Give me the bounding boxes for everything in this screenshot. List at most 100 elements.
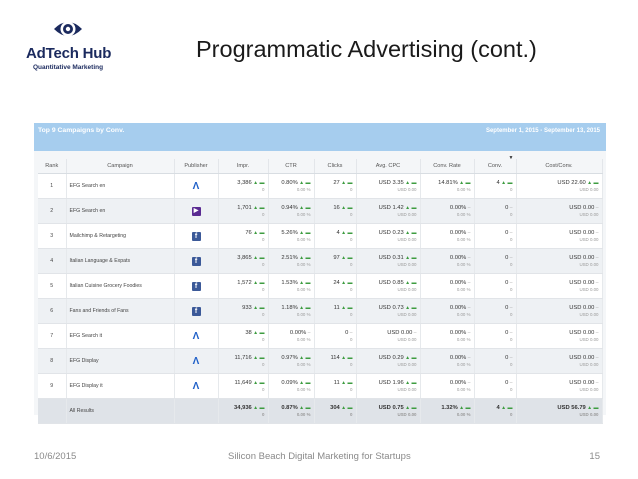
conv-cell: 4 ▲ ▬ 0: [474, 173, 517, 199]
clicks-comparison: 0: [350, 211, 353, 217]
conv-cell: 0 –0: [474, 198, 517, 224]
publisher-cell: Λ: [174, 323, 219, 349]
table-row[interactable]: 9 EFG Display it Λ 11,649 ▲ ▬ 0 0.09% ▲ ▬ 0.00…: [38, 373, 603, 399]
cost-per-conv-number: USD 0.00: [569, 379, 595, 386]
impressions-value: 1,572 ▲ ▬: [222, 279, 264, 287]
clicks-cell: 97 ▲ ▬ 0: [314, 248, 357, 274]
cost-per-conv-cell: USD 0.00 – USD 0.00: [516, 273, 603, 299]
panel-title: Top 9 Campaigns by Conv.: [38, 127, 125, 134]
conv-comparison: 0: [510, 311, 513, 317]
column-header-conv[interactable]: Conv. ▼: [474, 155, 517, 174]
column-header-avg-cpc[interactable]: Avg. CPC: [356, 159, 421, 174]
impressions-cell: 11,716 ▲ ▬ 0: [218, 348, 269, 374]
trend-up-icon: ▲ ▬: [339, 229, 353, 236]
ctr-number: 0.80%: [281, 179, 298, 186]
table-row[interactable]: 4 Italian Language & Expats f 3,865 ▲ ▬ 0 2.5…: [38, 248, 603, 274]
clicks-value: 114 ▲ ▬: [318, 355, 353, 362]
column-header-impressions[interactable]: Impr.: [218, 159, 269, 174]
panel-header: Top 9 Campaigns by Conv. September 1, 20…: [34, 123, 606, 151]
adwords-icon: Λ: [192, 355, 200, 367]
campaign-name-cell[interactable]: Italian Language & Expats: [66, 248, 175, 274]
rank-cell: 5: [38, 273, 67, 299]
table-row[interactable]: 5 Italian Cuisine Grocery Foodies f 1,572 ▲…: [38, 273, 603, 299]
no-change-icon: –: [466, 204, 471, 211]
column-header-rank[interactable]: Rank: [38, 159, 67, 174]
no-change-icon: –: [594, 204, 599, 211]
impressions-cell: 3,386 ▲ ▬ 0: [218, 173, 269, 199]
campaign-name-cell[interactable]: EFG Display it: [66, 373, 175, 399]
conv-rate-value: 14.81% ▲ ▬: [424, 180, 470, 187]
clicks-comparison: 0: [350, 311, 353, 317]
impressions-value: 38 ▲ ▬: [222, 330, 264, 337]
clicks-value: 16 ▲ ▬: [318, 205, 352, 212]
no-change-icon: –: [348, 329, 353, 336]
conv-comparison: 0: [510, 286, 513, 292]
total-conv-rate-cell: 1.32% ▲ ▬ 0.00 %: [420, 398, 475, 424]
clicks-comparison: 0: [350, 286, 353, 292]
cost-per-conv-cell: USD 0.00 – USD 0.00: [516, 298, 603, 324]
table-row[interactable]: 1 EFG Search en Λ 3,386 ▲ ▬ 0 0.80% ▲ ▬ 0.00 %…: [38, 173, 603, 199]
conv-rate-comparison: 0.00 %: [456, 186, 471, 192]
cost-per-conv-number: USD 0.00: [569, 279, 595, 286]
conv-rate-comparison: 0.00 %: [456, 211, 471, 217]
trend-up-icon: ▲ ▬: [297, 179, 311, 186]
campaign-name-cell[interactable]: Fans and Friends of Fans: [66, 298, 175, 324]
impressions-value: 933 ▲ ▬: [222, 305, 264, 312]
table-row[interactable]: 6 Fans and Friends of Fans f 933 ▲ ▬ 0 1.18% …: [38, 298, 603, 324]
cost-per-conv-cell: USD 0.00 – USD 0.00: [516, 373, 603, 399]
logo-tagline: Quantitative Marketing: [33, 64, 104, 71]
column-header-publisher[interactable]: Publisher: [174, 159, 219, 174]
trend-up-icon: ▲ ▬: [403, 379, 417, 386]
cost-per-conv-number: USD 0.00: [569, 204, 595, 211]
conv-rate-cell: 0.00% –0.00 %: [420, 298, 475, 324]
campaign-name-cell[interactable]: Italian Cuisine Grocery Foodies: [66, 273, 175, 299]
column-header-ctr[interactable]: CTR: [268, 159, 315, 174]
campaign-name-cell[interactable]: EFG Search it: [66, 323, 175, 349]
impressions-comparison: 0: [262, 361, 265, 367]
campaign-name-cell[interactable]: EFG Display: [66, 348, 175, 374]
table-row[interactable]: 7 EFG Search it Λ 38 ▲ ▬ 0 0.00% –0.00 % 0 –0 U…: [38, 323, 603, 349]
cost-per-conv-number: USD 0.00: [569, 329, 595, 336]
avg-cpc-number: USD 3.35: [378, 179, 404, 186]
campaign-name-cell[interactable]: Mailchimp & Retargeting: [66, 223, 175, 249]
total-rank-cell: [38, 398, 67, 424]
impressions-number: 1,572: [237, 279, 252, 286]
conv-value: 0 –: [478, 330, 512, 337]
impressions-cell: 933 ▲ ▬ 0: [218, 298, 269, 324]
column-header-clicks[interactable]: Clicks: [314, 159, 357, 174]
total-avg-cpc-number: USD 0.75: [378, 404, 404, 411]
impressions-comparison: 0: [262, 311, 265, 317]
cost-per-conv-value: USD 0.00 –: [520, 204, 599, 212]
column-header-cost-per-conv[interactable]: Cost/Conv.: [516, 159, 603, 174]
clicks-comparison: 0: [350, 261, 353, 267]
conv-value: 0 –: [478, 380, 512, 387]
campaign-name-cell[interactable]: EFG Search en: [66, 198, 175, 224]
conv-rate-comparison: 0.00 %: [456, 286, 471, 292]
clicks-comparison: 0: [350, 336, 353, 342]
cost-per-conv-comparison: USD 0.00: [579, 286, 599, 292]
trend-up-icon: ▲ ▬: [403, 229, 417, 236]
column-header-conv-rate[interactable]: Conv. Rate: [420, 159, 475, 174]
avg-cpc-value: USD 0.31 ▲ ▬: [360, 255, 417, 262]
ctr-cell: 0.00% –0.00 %: [268, 323, 315, 349]
ctr-number: 1.53%: [281, 279, 298, 286]
impressions-cell: 76 ▲ ▬ 0: [218, 223, 269, 249]
impressions-comparison: 0: [262, 186, 265, 192]
campaign-name-cell[interactable]: EFG Search en: [66, 173, 175, 199]
ctr-value: 1.18% ▲ ▬: [272, 305, 310, 312]
ctr-cell: 0.97% ▲ ▬ 0.00 %: [268, 348, 315, 374]
table-row[interactable]: 3 Mailchimp & Retargeting f 76 ▲ ▬ 0 5.26% ▲ …: [38, 223, 603, 249]
no-change-icon: –: [508, 354, 513, 361]
conv-rate-cell: 0.00% –0.00 %: [420, 373, 475, 399]
column-header-campaign[interactable]: Campaign: [66, 159, 175, 174]
table-row[interactable]: 8 EFG Display Λ 11,716 ▲ ▬ 0 0.97% ▲ ▬ 0.00 % 1…: [38, 348, 603, 374]
table-row[interactable]: 2 EFG Search en ▶ 1,701 ▲ ▬ 0 0.94% ▲ ▬ 0.00 %…: [38, 198, 603, 224]
conv-cell: 0 –0: [474, 323, 517, 349]
no-change-icon: –: [466, 254, 471, 261]
conv-rate-cell: 0.00% –0.00 %: [420, 223, 475, 249]
ctr-comparison: 0.00 %: [296, 336, 311, 342]
campaigns-table: Rank Campaign Publisher Impr. CTR Clicks…: [38, 155, 603, 424]
ctr-number: 0.97%: [281, 354, 298, 361]
clicks-cell: 16 ▲ ▬ 0: [314, 198, 357, 224]
trend-up-icon: ▲ ▬: [339, 279, 353, 286]
